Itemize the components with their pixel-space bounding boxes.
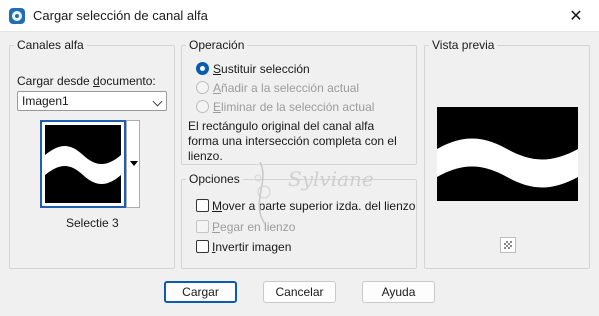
invert-image-label[interactable]: Invertir imagen [212,240,291,254]
options-legend: Opciones [186,172,243,186]
preview-image [437,107,578,201]
preview-wave-shape [437,138,578,188]
preview-legend: Vista previa [429,38,498,52]
selection-name: Selectie 3 [66,216,119,230]
add-selection-label[interactable]: Añadir a la selección actual [213,81,359,95]
paste-canvas-label[interactable]: Pegar en lienzo [212,220,295,234]
invert-image-checkbox[interactable] [196,240,209,253]
selection-thumbnail[interactable] [40,120,126,208]
move-top-left-checkbox[interactable] [196,199,209,212]
close-button[interactable]: ✕ [553,0,599,32]
wave-shape [45,146,121,184]
target-icon [9,8,25,24]
remove-selection-label[interactable]: Eliminar de la selección actual [213,100,374,114]
alpha-channels-legend: Canales alfa [14,38,87,52]
window-title: Cargar selección de canal alfa [33,8,208,23]
load-from-document-label: Cargar desde documento: [17,74,156,88]
paste-canvas-checkbox[interactable] [196,220,209,233]
operation-legend: Operación [186,38,248,52]
remove-selection-radio[interactable] [196,100,209,113]
replace-selection-label[interactable]: Sustituir selección [213,62,310,76]
operation-description: El rectángulo original del canal alfa fo… [188,119,397,163]
chevron-down-icon [152,96,163,107]
move-top-left-label[interactable]: Mover a parte superior izda. del lienzo [212,199,415,213]
thumbnail-dropdown-button[interactable] [126,120,140,208]
title-bar: Cargar selección de canal alfa ✕ [0,0,599,32]
help-button[interactable]: Ayuda [362,281,435,303]
add-selection-radio[interactable] [196,81,209,94]
cancel-button[interactable]: Cancelar [263,281,336,303]
document-select[interactable]: Imagen1 [17,91,167,111]
preview-checker-icon[interactable] [500,237,516,253]
load-button[interactable]: Cargar [164,281,237,303]
replace-selection-radio[interactable] [196,62,209,75]
document-select-value: Imagen1 [22,94,69,108]
